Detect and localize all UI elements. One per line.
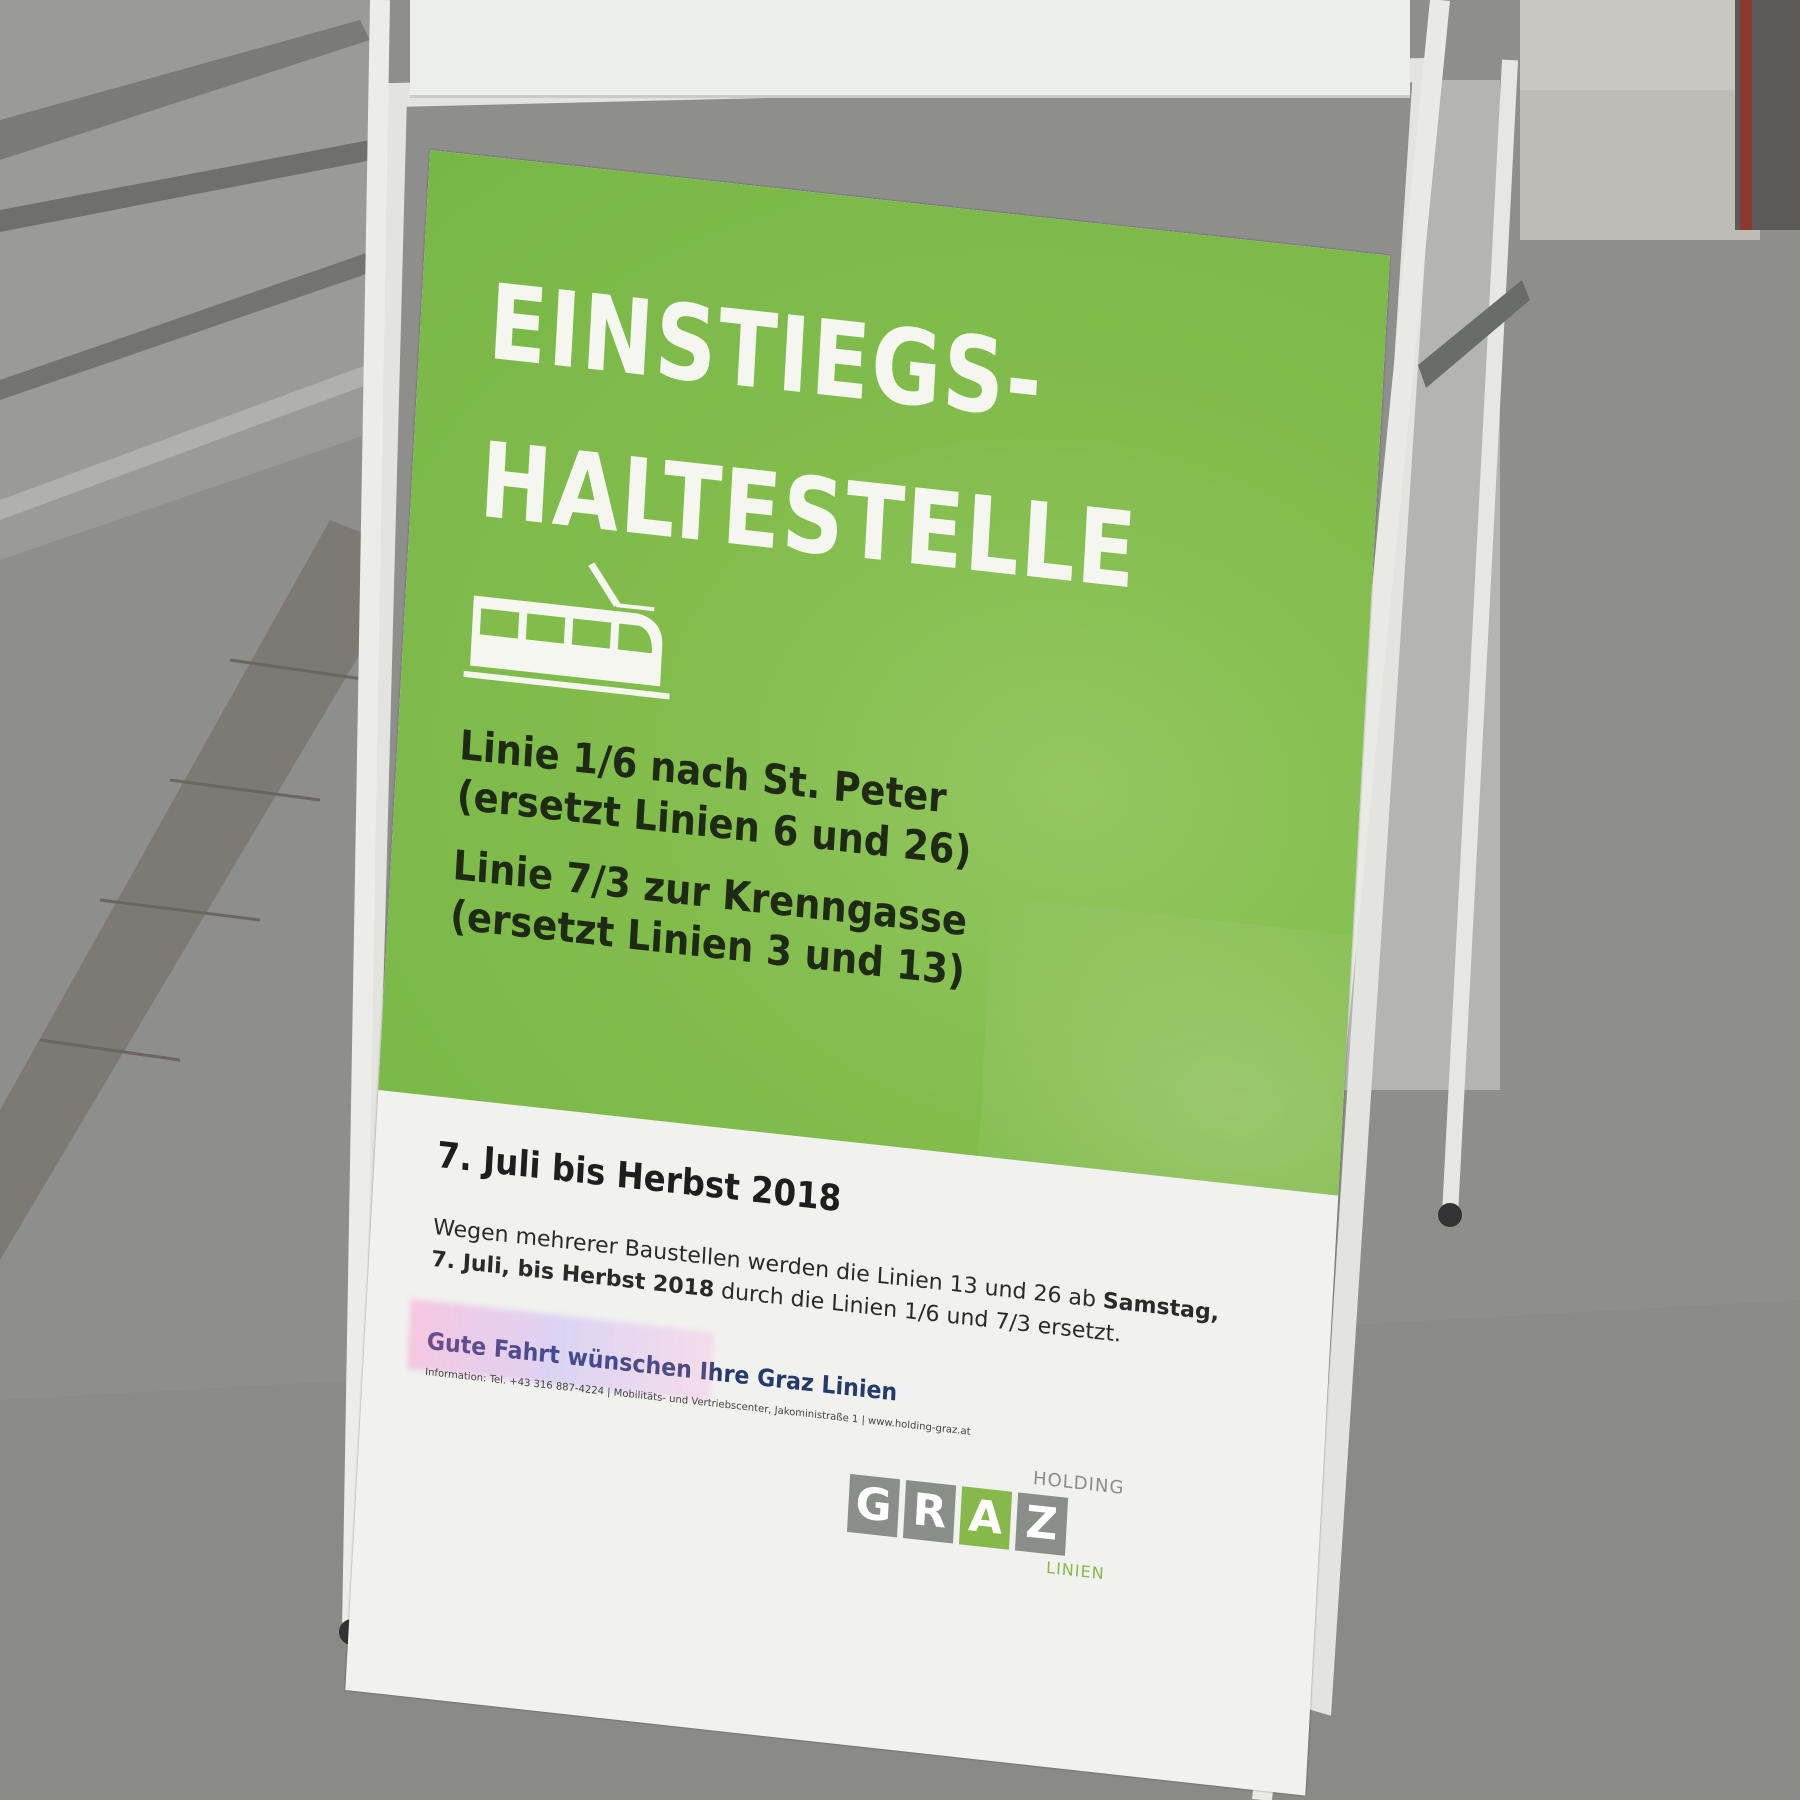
logo-letter-a: A <box>958 1486 1013 1550</box>
logo-holding: HOLDING <box>1032 1467 1125 1499</box>
logo-linien: LINIEN <box>1045 1557 1106 1584</box>
poster-white-area <box>345 1090 1338 1796</box>
top-panel <box>410 0 1410 98</box>
tram-icon <box>463 562 670 700</box>
logo-letter-r: R <box>902 1480 957 1544</box>
sign-leg <box>1442 59 1518 1216</box>
leg-foot <box>1438 1203 1462 1227</box>
logo-letter-g: G <box>846 1473 901 1538</box>
hinge-bracket <box>1418 280 1530 388</box>
logo-letter-z: Z <box>1014 1492 1069 1556</box>
poster: EINSTIEGS- HALTESTELLE Linie 1/6 nach St… <box>345 150 1390 1796</box>
